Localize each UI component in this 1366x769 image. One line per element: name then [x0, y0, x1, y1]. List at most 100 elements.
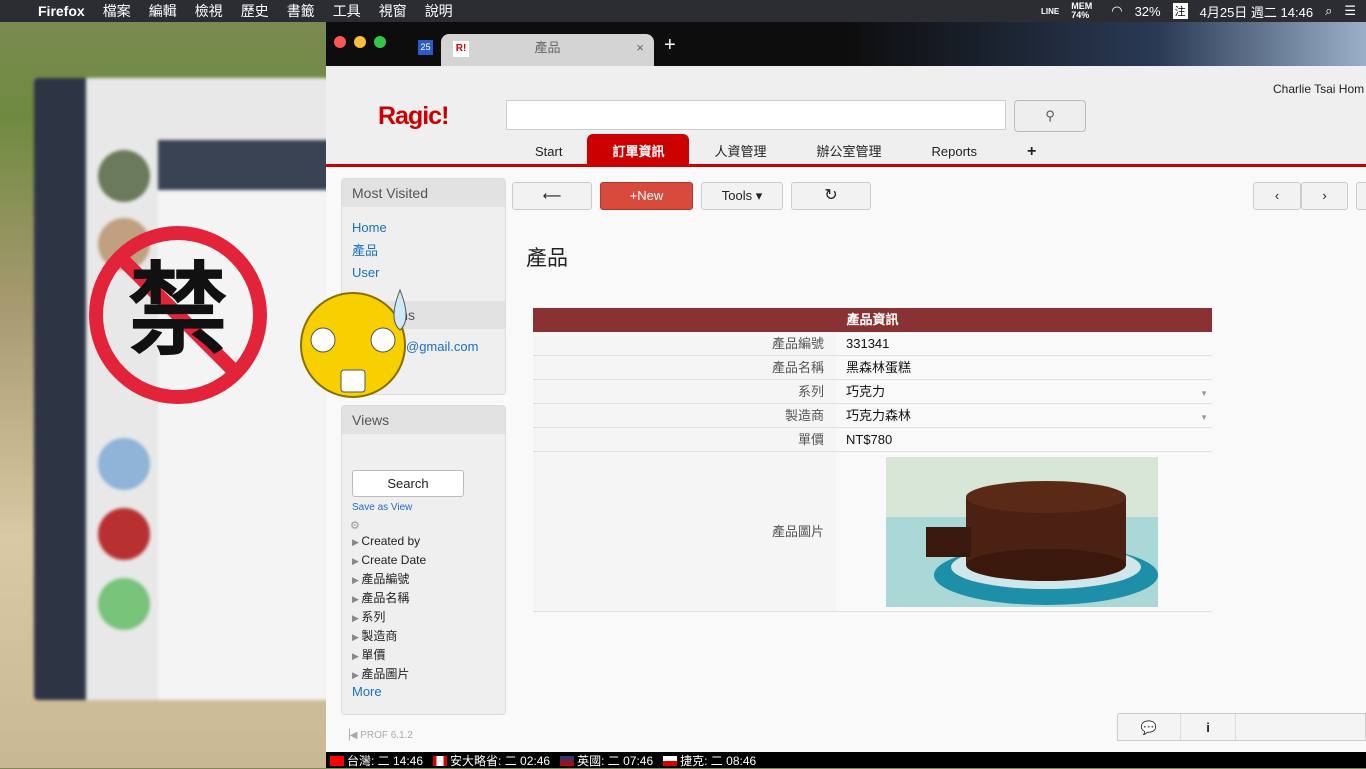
close-tab-icon[interactable]: × [636, 34, 644, 62]
filter-item[interactable]: ▶ 系列 [352, 608, 505, 627]
filter-item[interactable]: ▶ 產品圖片 [352, 665, 505, 684]
field-row: 製造商 巧克力森林 ▼ [533, 404, 1212, 428]
product-image[interactable] [886, 457, 1158, 607]
prev-record-button[interactable]: ‹ [1253, 182, 1301, 210]
battery-percent[interactable]: 32% [1135, 4, 1161, 19]
filter-label: 產品編號 [361, 572, 410, 586]
dropdown-arrow-icon[interactable]: ▼ [1200, 389, 1208, 398]
more-link[interactable]: More [342, 684, 505, 699]
filter-label: 產品圖片 [361, 667, 410, 681]
field-product-image: 產品圖片 [533, 452, 1212, 612]
tools-dropdown[interactable]: Tools ▾ [701, 182, 783, 210]
record-form: 產品資訊 產品編號 331341 產品名稱 黑森林蛋糕 系列 巧克力 ▼ 製造商 巧克力森林 ▼ 單… [533, 308, 1212, 612]
menu-edit[interactable]: 編輯 [140, 1, 186, 21]
world-clock: 英國: 二 07:46 [560, 752, 653, 769]
flag-icon [560, 756, 575, 767]
field-label: 產品圖片 [533, 452, 836, 611]
most-visited-title: Most Visited [342, 179, 505, 207]
zoom-window-button[interactable] [374, 36, 386, 48]
field-row: 系列 巧克力 ▼ [533, 380, 1212, 404]
field-value[interactable]: 331341 [836, 332, 889, 355]
field-value[interactable]: 黑森林蛋糕 [836, 356, 911, 379]
tab-office[interactable]: 辦公室管理 [792, 134, 907, 167]
wifi-icon[interactable]: ◠ [1111, 3, 1122, 19]
tab-product[interactable]: R! 產品 × [441, 34, 654, 66]
spotlight-icon[interactable]: ⌕ [1325, 3, 1332, 19]
tab-start[interactable]: Start [510, 134, 587, 167]
flag-icon [663, 756, 678, 767]
filter-label: 產品名稱 [361, 591, 410, 605]
field-label: 產品名稱 [533, 356, 836, 379]
ime-indicator[interactable]: 注 [1172, 3, 1188, 19]
expand-arrow-icon: ▶ [352, 575, 362, 585]
new-record-button[interactable]: +New [600, 182, 693, 210]
field-label: 產品編號 [533, 332, 836, 355]
views-panel: Views Search Save as View ⚙ ▶ Created by… [341, 405, 506, 715]
expand-arrow-icon: ▶ [352, 613, 362, 623]
field-value[interactable]: NT$780 [836, 428, 892, 451]
filter-label: Create Date [361, 553, 427, 567]
views-search-button[interactable]: Search [352, 470, 464, 497]
dropdown-arrow-icon[interactable]: ▼ [1200, 413, 1208, 422]
clock[interactable]: 4月25日 週二 14:46 [1200, 2, 1313, 21]
version-text: PROF 6.1.2 [360, 730, 413, 741]
pinned-tab-calendar[interactable]: 25 [418, 40, 433, 55]
save-as-view-link[interactable]: Save as View [352, 502, 505, 513]
more-nav-button[interactable] [1356, 182, 1366, 210]
global-search-input[interactable] [506, 100, 1006, 130]
tab-hr[interactable]: 人資管理 [689, 134, 791, 167]
next-record-button[interactable]: › [1301, 182, 1348, 210]
field-label: 製造商 [533, 404, 836, 427]
world-clock-bar: 台灣: 二 14:46 安大略省: 二 02:46 英國: 二 07:46 捷克: 二… [326, 752, 1366, 768]
field-value[interactable]: 巧克力森林 [836, 404, 911, 427]
filter-label: 製造商 [361, 629, 398, 643]
filter-item[interactable]: ▶ 產品名稱 [352, 589, 505, 608]
tab-reports[interactable]: Reports [907, 134, 1003, 167]
add-tab-button[interactable]: + [1002, 134, 1061, 167]
clock-text: 台灣: 二 14:46 [347, 753, 424, 768]
menu-bookmarks[interactable]: 書籤 [278, 1, 324, 21]
world-clock: 捷克: 二 08:46 [663, 752, 756, 769]
search-button[interactable]: ⚲ [1014, 100, 1086, 132]
filter-item[interactable]: ▶ 單價 [352, 646, 505, 665]
menu-history[interactable]: 歷史 [232, 1, 278, 21]
menu-help[interactable]: 說明 [416, 1, 462, 21]
filter-item[interactable]: ▶ Created by [352, 532, 505, 551]
gear-icon[interactable]: ⚙ [350, 519, 505, 532]
expand-arrow-icon: ▶ [352, 537, 362, 547]
back-button[interactable]: ⟵ [512, 182, 592, 210]
notification-center-icon[interactable]: ☰ [1344, 3, 1356, 19]
ragic-logo[interactable]: Ragic! [378, 102, 449, 131]
firefox-window: 25 R! 產品 × + Ragic! ⚲ Charlie Tsai Hom S… [326, 22, 1366, 752]
expand-arrow-icon: ▶ [352, 651, 362, 661]
world-clock: 台灣: 二 14:46 [330, 752, 423, 769]
menu-tools[interactable]: 工具 [324, 1, 370, 21]
menu-view[interactable]: 檢視 [186, 1, 232, 21]
menu-file[interactable]: 檔案 [94, 1, 140, 21]
expand-arrow-icon: ▶ [352, 670, 362, 680]
menu-bar: Firefox 檔案 編輯 檢視 歷史 書籤 工具 視窗 說明 LINE MEM… [0, 0, 1366, 22]
user-link[interactable]: Charlie Tsai Hom [1273, 82, 1364, 96]
tab-title: 產品 [534, 40, 561, 55]
close-window-button[interactable] [334, 36, 346, 48]
expand-arrow-icon: ▶ [352, 632, 362, 642]
field-value[interactable]: 巧克力 [836, 380, 885, 403]
filter-item[interactable]: ▶ 製造商 [352, 627, 505, 646]
filter-item[interactable]: ▶ Create Date [352, 551, 505, 570]
menu-window[interactable]: 視窗 [370, 1, 416, 21]
info-icon[interactable]: i [1181, 714, 1236, 740]
version-label: ▕◀ PROF 6.1.2 [342, 730, 413, 741]
comments-icon[interactable]: 💬 [1118, 714, 1181, 740]
menu-firefox[interactable]: Firefox [29, 3, 94, 19]
filter-item[interactable]: ▶ 產品編號 [352, 570, 505, 589]
expand-arrow-icon: ▶ [352, 556, 362, 566]
flag-icon [330, 756, 344, 767]
sticker-image: 禁 [89, 226, 407, 404]
mem-indicator[interactable]: MEM 74% [1071, 2, 1099, 20]
new-tab-button[interactable]: + [664, 34, 676, 57]
clock-text: 捷克: 二 08:46 [680, 753, 757, 768]
tab-orders[interactable]: 訂單資訊 [587, 134, 690, 167]
line-icon[interactable]: LINE [1041, 7, 1059, 16]
refresh-button[interactable]: ↻ [791, 182, 871, 210]
minimize-window-button[interactable] [354, 36, 366, 48]
